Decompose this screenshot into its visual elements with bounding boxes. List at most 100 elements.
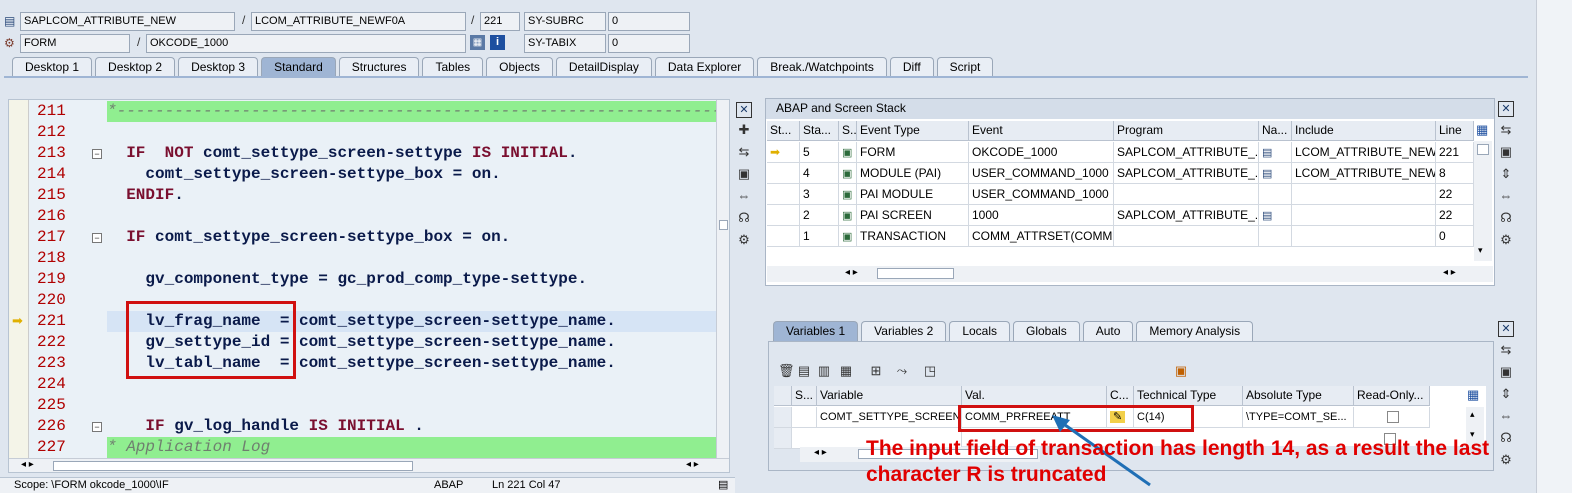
editor-horizontal-scrollbar[interactable]: ◂ ▸ ◂ ▸ (9, 458, 729, 472)
stack-cell-line[interactable]: 221 (1436, 142, 1474, 163)
stack-cell-icon[interactable]: ▣ (839, 205, 857, 226)
tab-variables-1[interactable]: Variables 1 (773, 321, 859, 341)
tab-standard[interactable]: Standard (261, 57, 336, 76)
read-only-checkbox[interactable] (1387, 411, 1399, 424)
sysubrc-value[interactable]: 0 (608, 12, 690, 31)
tab-script[interactable]: Script (936, 57, 994, 76)
editor-gutter[interactable] (9, 100, 29, 472)
stack-cell-event-type[interactable]: TRANSACTION (857, 226, 969, 247)
stack-cell-event-type[interactable]: MODULE (PAI) (857, 163, 969, 184)
stack-column-header[interactable]: Sta... (800, 121, 839, 141)
tab-diff[interactable]: Diff (889, 57, 934, 76)
save-icon[interactable]: ▣ (1173, 363, 1189, 379)
maximize-icon[interactable]: ▣ (736, 166, 752, 182)
stack-cell-status[interactable]: ➡ (767, 142, 800, 163)
stack-cell-level[interactable]: 4 (800, 163, 839, 184)
stack-cell-event-type[interactable]: PAI MODULE (857, 184, 969, 205)
stack-cell-include[interactable] (1292, 184, 1436, 205)
tab-desktop-1[interactable]: Desktop 1 (12, 57, 93, 76)
tab-memory-analysis[interactable]: Memory Analysis (1136, 321, 1254, 341)
stack-cell-line[interactable]: 0 (1436, 226, 1474, 247)
sytabix-value[interactable]: 0 (608, 34, 690, 53)
var-cell-absolute-type[interactable]: \TYPE=COMT_SE... (1243, 407, 1354, 428)
var-cell-variable[interactable]: COMT_SETTYPE_SCREEN... (817, 407, 962, 428)
tab-data-explorer[interactable]: Data Explorer (654, 57, 755, 76)
variables-column-header[interactable]: S... (792, 386, 817, 406)
line-field[interactable]: 221 (480, 12, 520, 31)
stack-cell-event[interactable]: 1000 (969, 205, 1114, 226)
row-selector[interactable] (774, 407, 792, 428)
stack-cell-level[interactable]: 5 (800, 142, 839, 163)
code-line[interactable]: *---------------------------------------… (107, 101, 729, 122)
tab-auto[interactable]: Auto (1082, 321, 1134, 341)
stack-cell-program[interactable] (1114, 184, 1259, 205)
program-field[interactable]: SAPLCOM_ATTRIBUTE_NEW (20, 12, 235, 31)
stack-cell-include[interactable] (1292, 205, 1436, 226)
stack-cell-event[interactable]: OKCODE_1000 (969, 142, 1114, 163)
stack-cell-nav[interactable]: ▤ (1259, 163, 1292, 184)
swap-tool-icon[interactable]: ⇆ (736, 144, 752, 160)
tab-globals[interactable]: Globals (1013, 321, 1080, 341)
tab-locals[interactable]: Locals (949, 321, 1010, 341)
select-icon[interactable]: ◳ (922, 363, 938, 379)
vertical-resize-icon[interactable]: ⇕ (1498, 166, 1514, 182)
stack-cell-status[interactable] (767, 184, 800, 205)
code-line[interactable]: * Application Log (107, 437, 270, 458)
resize-icon[interactable]: ⇔ (1498, 408, 1514, 424)
stack-vscroll[interactable]: ▾ (1474, 141, 1492, 261)
row-selector-header[interactable] (774, 386, 792, 406)
resize-icon[interactable]: ⇔ (1498, 188, 1514, 204)
include-field[interactable]: LCOM_ATTRIBUTE_NEWF0A (251, 12, 466, 31)
fold-toggle[interactable]: − (92, 422, 102, 432)
type-field[interactable]: FORM (20, 34, 130, 53)
row-selector[interactable] (774, 428, 792, 449)
stack-cell-event-type[interactable]: PAI SCREEN (857, 205, 969, 226)
stack-column-header[interactable]: S... (839, 121, 857, 141)
tab-desktop-3[interactable]: Desktop 3 (178, 57, 259, 76)
stack-cell-status[interactable] (767, 226, 800, 247)
stack-cell-level[interactable]: 1 (800, 226, 839, 247)
status-icon[interactable]: ▤ (718, 478, 728, 493)
stack-cell-icon[interactable]: ▣ (839, 163, 857, 184)
fold-toggle[interactable]: − (92, 233, 102, 243)
stack-cell-program[interactable]: SAPLCOM_ATTRIBUTE_... (1114, 142, 1259, 163)
tab-structures[interactable]: Structures (338, 57, 420, 76)
service-icon[interactable]: ☊ (1498, 210, 1514, 226)
navigate-icon[interactable]: ▤ (1262, 147, 1272, 159)
resize-icon[interactable]: ⇔ (736, 188, 752, 204)
variables-column-header[interactable]: Absolute Type (1243, 386, 1354, 406)
stack-cell-level[interactable]: 3 (800, 184, 839, 205)
stack-cell-icon[interactable]: ▣ (839, 184, 857, 205)
expand-icon[interactable]: ⤳ (894, 363, 910, 379)
source-editor[interactable]: ➡ 211 *----------------------------------… (8, 99, 730, 473)
stack-cell-program[interactable] (1114, 226, 1259, 247)
stack-column-header[interactable]: Event Type (857, 121, 969, 141)
stack-cell-event-type[interactable]: FORM (857, 142, 969, 163)
stack-cell-level[interactable]: 2 (800, 205, 839, 226)
code-line[interactable]: comt_settype_screen-settype_box = on. (107, 164, 500, 185)
stack-column-header[interactable]: Event (969, 121, 1114, 141)
stack-hscroll[interactable]: ◂ ▸ ◂ ▸ (767, 266, 1493, 282)
code-line[interactable]: IF comt_settype_screen-settype_box = on. (107, 227, 510, 248)
fold-toggle[interactable]: − (92, 149, 102, 159)
swap-tool-icon[interactable]: ⇆ (1498, 342, 1514, 358)
window-scrollbar[interactable] (1536, 0, 1572, 493)
close-icon[interactable]: ✕ (1498, 101, 1514, 117)
stack-cell-nav[interactable]: ▤ (1259, 142, 1292, 163)
name-field[interactable]: OKCODE_1000 (146, 34, 466, 53)
stack-column-header[interactable]: Na... (1259, 121, 1292, 141)
variables-column-header[interactable]: C... (1107, 386, 1134, 406)
code-line[interactable]: IF NOT comt_settype_screen-settype IS IN… (107, 143, 577, 164)
stack-column-header[interactable]: Include (1292, 121, 1436, 141)
layout-icon[interactable]: ▦ (1467, 387, 1479, 403)
tab-desktop-2[interactable]: Desktop 2 (95, 57, 176, 76)
settings-icon[interactable]: ⚙ (736, 232, 752, 248)
maximize-icon[interactable]: ▣ (1498, 364, 1514, 380)
service-icon[interactable]: ☊ (1498, 430, 1514, 446)
stack-cell-icon[interactable]: ▣ (839, 226, 857, 247)
stack-column-header[interactable]: Line (1436, 121, 1474, 141)
navigate-icon[interactable]: ▤ (1262, 168, 1272, 180)
code-line[interactable]: ENDIF. (107, 185, 184, 206)
tab-objects[interactable]: Objects (486, 57, 553, 76)
stack-column-header[interactable]: St... (767, 121, 800, 141)
